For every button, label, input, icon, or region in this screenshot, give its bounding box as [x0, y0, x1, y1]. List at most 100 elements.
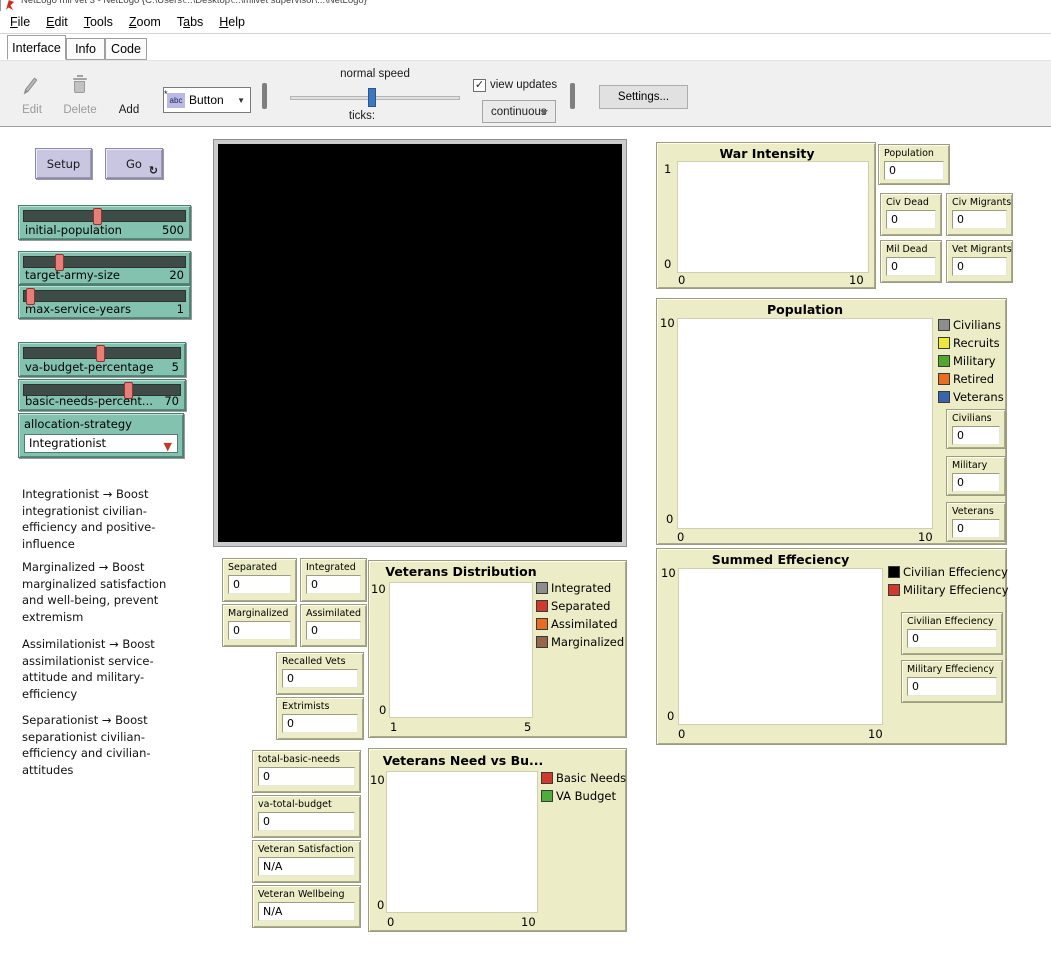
chevron-down-icon	[540, 110, 548, 115]
slider-track[interactable]	[23, 210, 186, 222]
speed-label: normal speed	[290, 68, 460, 80]
legend-retired: Retired	[938, 372, 994, 386]
monitor-assimilated: Assimilated0	[300, 604, 367, 647]
pencil-icon	[24, 77, 37, 92]
delete-widget-button[interactable]: Delete	[58, 73, 102, 119]
monitor-veteran-satisfaction: Veteran SatisfactionN/A	[252, 840, 361, 883]
plot-title: Population	[677, 302, 933, 317]
view-updates-checkbox[interactable]: ✓	[473, 79, 486, 92]
chevron-down-icon: ▼	[164, 438, 172, 455]
window-title: NetLogo mil vet 3 - NetLogo {C:\Users\..…	[21, 0, 1051, 6]
plot-area	[389, 582, 533, 718]
monitor-civilian-effeciency: Civilian Effeciency0	[901, 612, 1003, 655]
slider-track[interactable]	[23, 347, 181, 359]
chooser-value: Integrationist	[29, 436, 106, 450]
note-marginalized: Marginalized → Boost marginalized satisf…	[22, 559, 184, 625]
forever-icon: ↻	[149, 164, 158, 177]
menu-file[interactable]: File	[2, 12, 38, 32]
monitor-extrimists: Extrimists0	[276, 697, 364, 740]
slider-value: 1	[177, 302, 184, 316]
toolbar: Edit Delete Add abc Button ▼ normal spee…	[0, 60, 1051, 127]
menu-bar: File Edit Tools Zoom Tabs Help	[0, 11, 1051, 34]
chooser-value-box[interactable]: Integrationist ▼	[24, 434, 178, 453]
legend-basic-needs: Basic Needs	[541, 771, 626, 785]
legend-integrated: Integrated	[536, 581, 611, 595]
update-mode-value: continuous	[491, 106, 547, 118]
slider-va-budget-percentage[interactable]: va-budget-percentage5	[18, 342, 186, 377]
monitor-separated: Separated0	[222, 558, 297, 602]
toolbar-separator	[262, 83, 267, 109]
monitor-mil-dead: Mil Dead0	[880, 240, 942, 283]
slider-value: 5	[172, 360, 179, 374]
check-icon: ✓	[475, 79, 484, 91]
update-mode-dropdown[interactable]: continuous	[482, 100, 556, 123]
legend-separated: Separated	[536, 599, 610, 613]
menu-zoom[interactable]: Zoom	[121, 12, 169, 32]
tab-code[interactable]: Code	[105, 38, 147, 60]
monitor-vet-migrants: Vet Migrants0	[946, 240, 1013, 283]
tab-interface[interactable]: Interface	[7, 35, 66, 60]
legend-swatch	[888, 566, 900, 578]
widget-type-value: Button	[189, 93, 224, 107]
title-bar: NetLogo mil vet 3 - NetLogo {C:\Users\..…	[0, 0, 1051, 11]
slider-name: basic-needs-percent...	[25, 394, 153, 408]
legend-swatch	[938, 337, 950, 349]
menu-help[interactable]: Help	[211, 12, 253, 32]
legend-military: Military	[938, 354, 996, 368]
legend-swatch	[938, 391, 950, 403]
menu-edit[interactable]: Edit	[38, 12, 76, 32]
go-button[interactable]: Go ↻	[105, 148, 163, 179]
plot-title: Summed Effeciency	[678, 552, 883, 567]
slider-max-service-years[interactable]: max-service-years 1	[18, 285, 191, 319]
widget-type-dropdown[interactable]: abc Button ▼	[163, 87, 251, 113]
monitor-marginalized: Marginalized0	[222, 604, 297, 647]
slider-name: max-service-years	[25, 302, 131, 316]
setup-button[interactable]: Setup	[35, 148, 92, 179]
slider-target-army-size[interactable]: target-army-size20	[18, 251, 191, 285]
monitor-veterans: Veterans0	[946, 502, 1006, 542]
plot-title: War Intensity	[667, 146, 867, 161]
chooser-label: allocation-strategy	[24, 417, 132, 431]
menu-tools[interactable]: Tools	[76, 12, 121, 32]
world-view-frame	[213, 139, 627, 547]
chevron-down-icon: ▼	[237, 96, 245, 105]
legend-va-budget: VA Budget	[541, 789, 616, 803]
settings-button[interactable]: Settings...	[599, 85, 688, 109]
legend-assimilated: Assimilated	[536, 617, 618, 631]
monitor-integrated: Integrated0	[300, 558, 367, 602]
slider-value: 70	[164, 394, 179, 408]
legend-recruits: Recruits	[938, 336, 1000, 350]
monitor-population: Population0	[878, 144, 950, 185]
legend-swatch	[888, 584, 900, 596]
add-widget-button[interactable]: Add	[112, 69, 146, 119]
plot-area	[677, 318, 933, 529]
edit-widget-button[interactable]: Edit	[14, 73, 50, 119]
legend-swatch	[938, 319, 950, 331]
edit-label: Edit	[14, 104, 50, 116]
trash-icon	[77, 75, 83, 77]
legend-swatch	[536, 600, 548, 612]
tab-info[interactable]: Info	[66, 38, 105, 60]
ticks-label: ticks:	[332, 110, 392, 122]
legend-swatch	[536, 618, 548, 630]
slider-basic-needs-percent[interactable]: basic-needs-percent... 70	[18, 379, 186, 411]
allocation-strategy-chooser[interactable]: allocation-strategy Integrationist ▼	[18, 413, 184, 458]
monitor-military: Military0	[946, 456, 1006, 496]
slider-track[interactable]	[23, 290, 186, 302]
slider-name: initial-population	[25, 223, 122, 237]
slider-initial-population[interactable]: initial-population 500	[18, 205, 191, 240]
plot-veterans-need-vs-budget: Veterans Need vs Bu... 10 0 0 10 Basic N…	[368, 748, 627, 932]
legend-swatch	[938, 355, 950, 367]
monitor-veteran-wellbeing: Veteran WellbeingN/A	[252, 885, 361, 928]
note-assimilationist: Assimilationist → Boost assimilationist …	[22, 636, 184, 702]
legend-swatch	[541, 790, 553, 802]
button-widget-icon: abc	[167, 93, 185, 108]
plot-veterans-distribution: Veterans Distribution 10 0 1 5 Integrate…	[368, 560, 627, 738]
slider-track[interactable]	[23, 256, 186, 268]
world-view	[218, 144, 622, 542]
monitor-military-effeciency: Military Effeciency0	[901, 660, 1003, 703]
slider-value: 500	[162, 223, 184, 237]
plot-title: Veterans Need vs Bu...	[377, 753, 549, 768]
menu-tabs[interactable]: Tabs	[169, 12, 211, 32]
speed-slider-handle[interactable]	[368, 88, 376, 107]
